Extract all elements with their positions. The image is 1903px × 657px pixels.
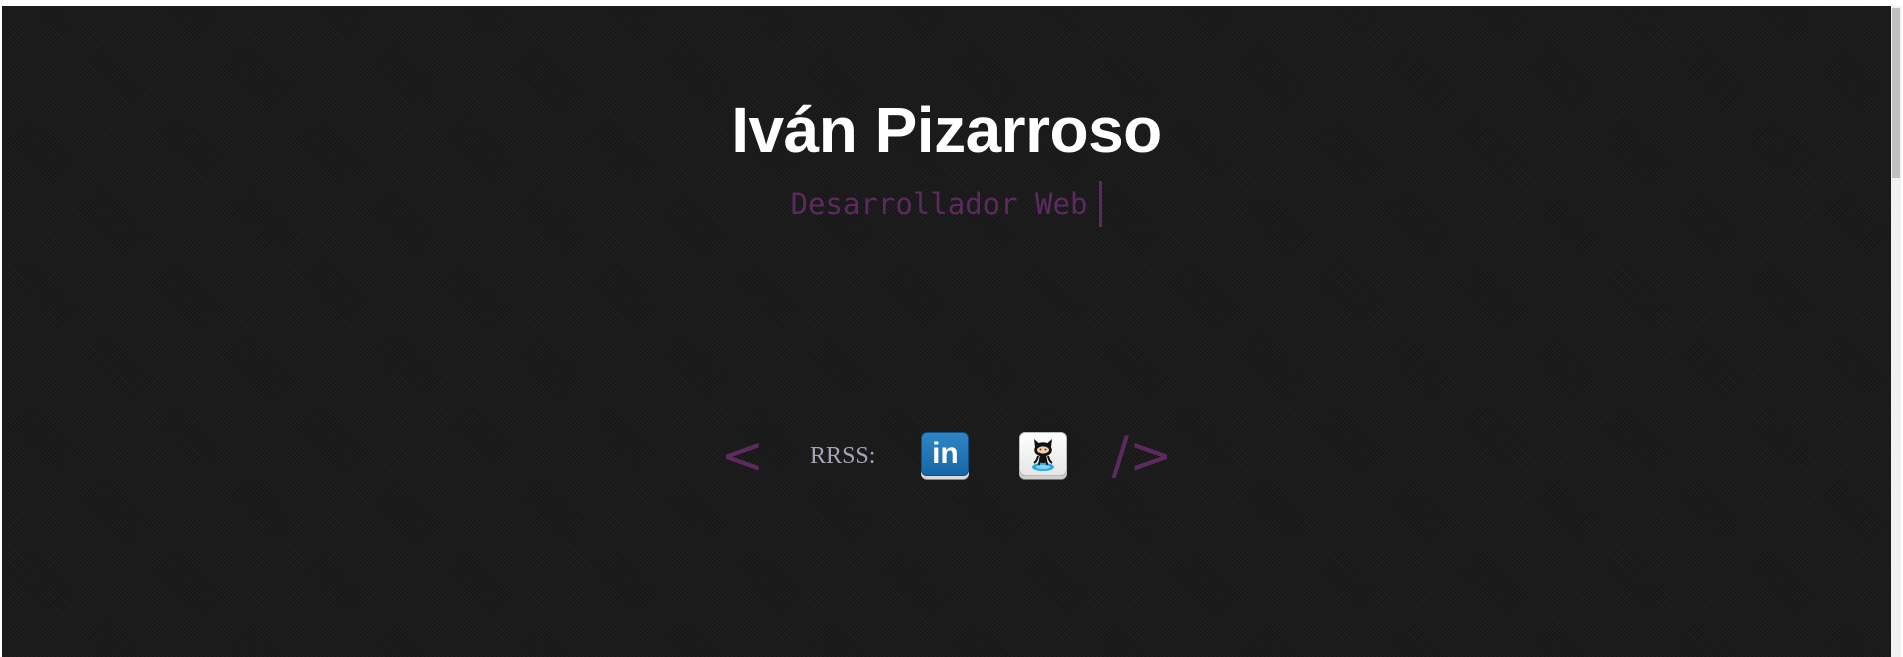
open-bracket: < [720,426,765,486]
github-octocat-icon [1019,432,1068,476]
scrollbar-thumb[interactable] [1892,8,1900,178]
subtitle-container: Desarrollador Web [2,180,1891,228]
typing-caret [1099,181,1103,227]
rrss-label: RRSS: [810,443,876,469]
linkedin-icon: in [921,432,970,476]
linkedin-icon-text: in [932,437,959,470]
octocat-graphic [1032,439,1055,471]
typewriter-subtitle: Desarrollador Web [790,187,1088,221]
close-bracket: /> [1111,426,1173,486]
github-link[interactable] [1019,432,1068,480]
scrollbar[interactable] [1891,6,1901,657]
social-links-row: < RRSS: in /> [2,426,1891,486]
page-title: Iván Pizarroso [731,94,1162,166]
linkedin-link[interactable]: in [921,432,970,480]
page-background: Iván Pizarroso Desarrollador Web < RRSS:… [2,6,1901,657]
